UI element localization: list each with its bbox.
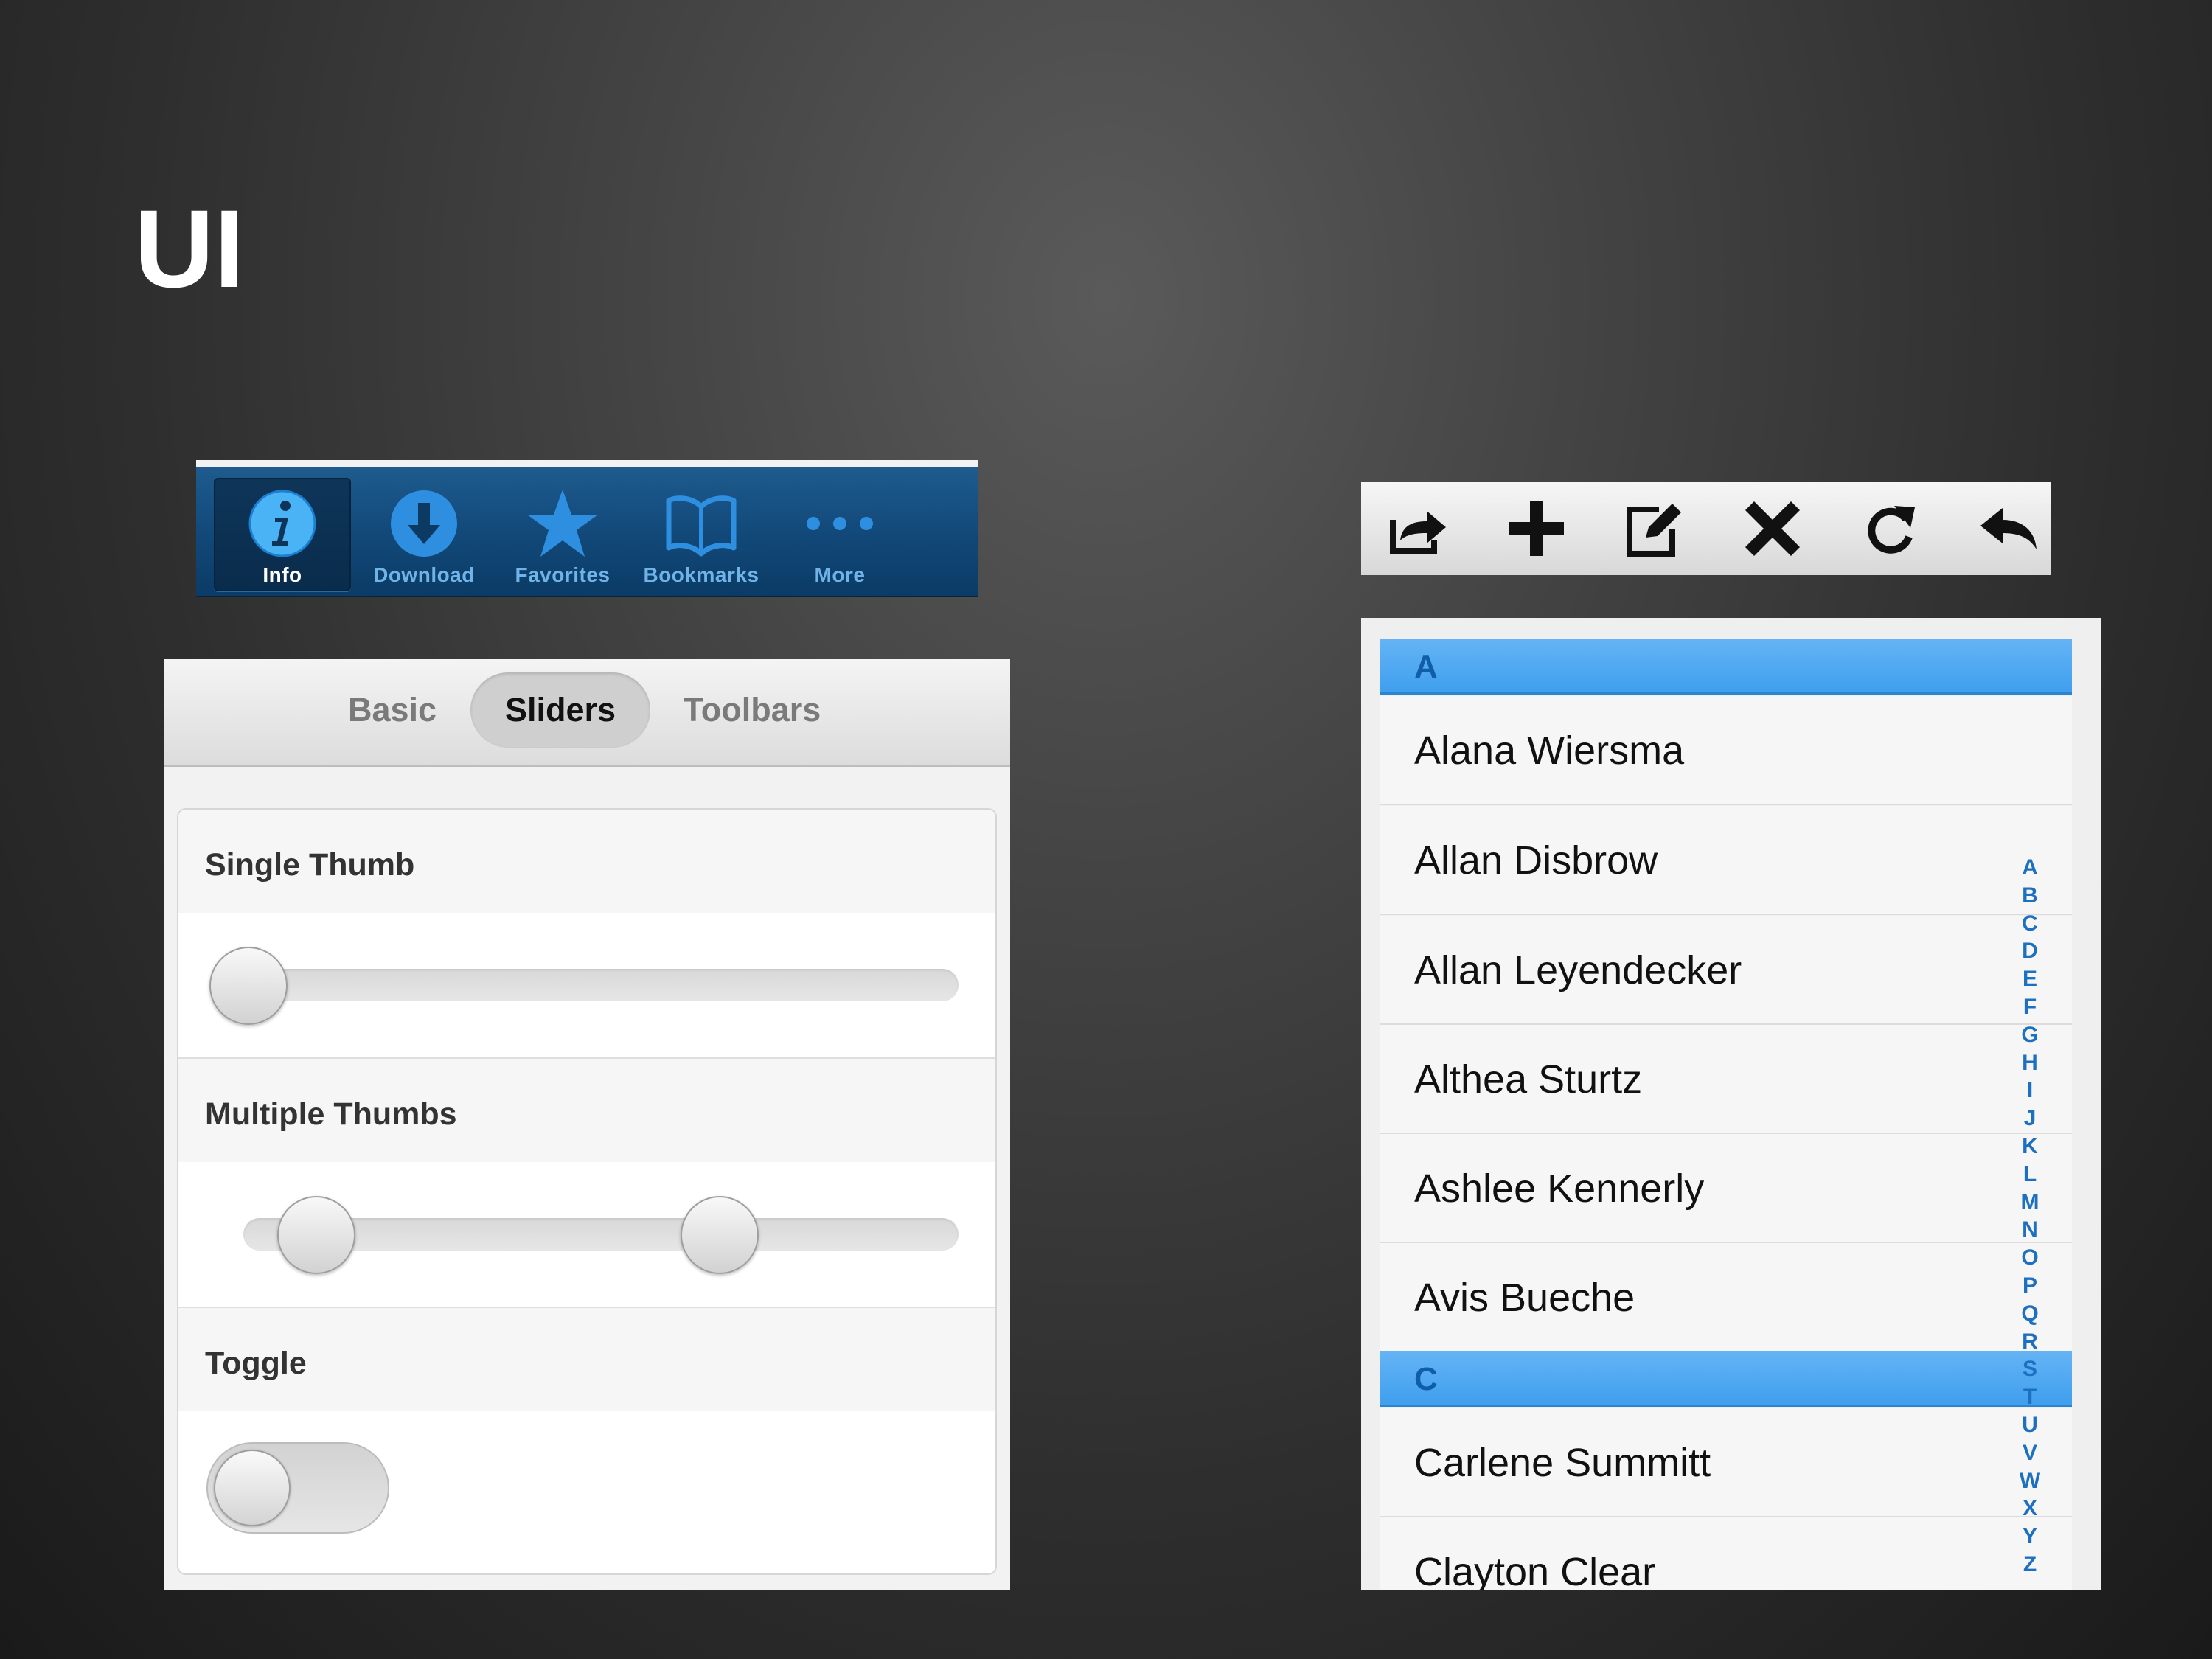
compose-button[interactable] [1619, 495, 1690, 562]
list-item[interactable]: Althea Sturtz [1380, 1025, 2072, 1134]
tab-bar: Info Download Favorites Bookmarks More [196, 460, 978, 596]
share-button[interactable] [1383, 495, 1454, 562]
tab-label: More [814, 563, 866, 586]
field-label-toggle: Toggle [178, 1308, 995, 1411]
index-letter-l[interactable]: L [2015, 1161, 2045, 1189]
slide-title: UI [134, 187, 245, 310]
index-letter-p[interactable]: P [2015, 1272, 2045, 1300]
single-slider-track[interactable] [211, 969, 959, 1001]
index-letter-h[interactable]: H [2015, 1049, 2045, 1077]
index-letter-w[interactable]: W [2015, 1467, 2045, 1495]
tab-more[interactable]: More [771, 478, 908, 591]
index-letter-i[interactable]: I [2015, 1077, 2045, 1105]
index-letter-j[interactable]: J [2015, 1105, 2045, 1133]
index-letter-z[interactable]: Z [2015, 1551, 2045, 1579]
index-letter-t[interactable]: T [2015, 1383, 2045, 1411]
segment-toolbars[interactable]: Toolbars [664, 672, 841, 748]
group-header-a: A [1380, 639, 2072, 695]
list-item[interactable]: Avis Bueche [1380, 1243, 2072, 1352]
index-letter-x[interactable]: X [2015, 1495, 2045, 1523]
tab-label: Favorites [515, 563, 611, 586]
index-letter-y[interactable]: Y [2015, 1523, 2045, 1551]
add-button[interactable] [1501, 495, 1572, 562]
index-letter-s[interactable]: S [2015, 1355, 2045, 1383]
list-item[interactable]: Ashlee Kennerly [1380, 1134, 2072, 1243]
reply-icon [1980, 508, 2037, 549]
index-letter-a[interactable]: A [2015, 854, 2045, 882]
multi-slider-thumb-high[interactable] [681, 1196, 759, 1274]
list-item[interactable]: Allan Leyendecker [1380, 916, 2072, 1025]
more-dots-icon [803, 487, 877, 560]
download-icon [387, 487, 461, 560]
index-letter-o[interactable]: O [2015, 1244, 2045, 1272]
list-item[interactable]: Carlene Summitt [1380, 1408, 2072, 1517]
tab-info[interactable]: Info [214, 478, 351, 591]
single-slider-thumb[interactable] [209, 947, 288, 1025]
alphabet-index-bar[interactable]: ABCDEFGHIJKLMNOPQRSTUVWXYZ [2015, 854, 2045, 1579]
index-letter-r[interactable]: R [2015, 1328, 2045, 1356]
refresh-icon [1868, 506, 1915, 554]
segmented-control: Basic Sliders Toolbars [164, 659, 1010, 767]
list-item[interactable]: Clayton Clear [1380, 1517, 2072, 1590]
tab-favorites[interactable]: Favorites [494, 478, 631, 591]
index-letter-b[interactable]: B [2015, 882, 2045, 910]
index-letter-e[interactable]: E [2015, 965, 2045, 993]
group-header-c: C [1380, 1351, 2072, 1407]
reply-button[interactable] [1973, 495, 2044, 562]
field-label-single-thumb: Single Thumb [178, 810, 995, 913]
index-letter-q[interactable]: Q [2015, 1300, 2045, 1328]
index-letter-d[interactable]: D [2015, 937, 2045, 965]
list-scroll-area[interactable]: A Alana Wiersma Allan Disbrow Allan Leye… [1380, 639, 2072, 1590]
list-item[interactable]: Alana Wiersma [1380, 696, 2072, 805]
index-letter-v[interactable]: V [2015, 1439, 2045, 1467]
compose-icon [1627, 504, 1681, 557]
multi-slider-thumb-low[interactable] [277, 1196, 355, 1274]
index-letter-g[interactable]: G [2015, 1021, 2045, 1049]
indexed-list: A Alana Wiersma Allan Disbrow Allan Leye… [1361, 618, 2101, 1590]
book-icon [664, 487, 738, 560]
tab-label: Download [373, 563, 475, 586]
segment-sliders[interactable]: Sliders [470, 672, 650, 748]
tab-bookmarks[interactable]: Bookmarks [633, 478, 770, 591]
toggle-knob [214, 1450, 291, 1526]
delete-icon [1745, 501, 1800, 556]
tab-label: Bookmarks [643, 563, 759, 586]
share-icon [1390, 511, 1446, 554]
list-item[interactable]: Allan Disbrow [1380, 806, 2072, 915]
refresh-button[interactable] [1855, 495, 1926, 562]
delete-button[interactable] [1737, 495, 1808, 562]
toggle-switch[interactable] [206, 1442, 389, 1534]
sliders-panel: Basic Sliders Toolbars Single Thumb Mult… [164, 659, 1010, 1590]
index-letter-m[interactable]: M [2015, 1189, 2045, 1217]
add-icon [1509, 501, 1564, 556]
index-letter-f[interactable]: F [2015, 993, 2045, 1021]
tab-label: Info [262, 563, 302, 586]
star-icon [526, 487, 599, 560]
index-letter-u[interactable]: U [2015, 1411, 2045, 1439]
tab-download[interactable]: Download [355, 478, 493, 591]
index-letter-k[interactable]: K [2015, 1133, 2045, 1161]
form-card: Single Thumb Multiple Thumbs Toggle [177, 808, 997, 1575]
index-letter-n[interactable]: N [2015, 1216, 2045, 1244]
index-letter-c[interactable]: C [2015, 910, 2045, 938]
info-icon [246, 487, 319, 560]
segment-basic[interactable]: Basic [327, 672, 457, 748]
icon-toolbar [1361, 482, 2051, 575]
field-label-multiple-thumbs: Multiple Thumbs [178, 1059, 995, 1162]
